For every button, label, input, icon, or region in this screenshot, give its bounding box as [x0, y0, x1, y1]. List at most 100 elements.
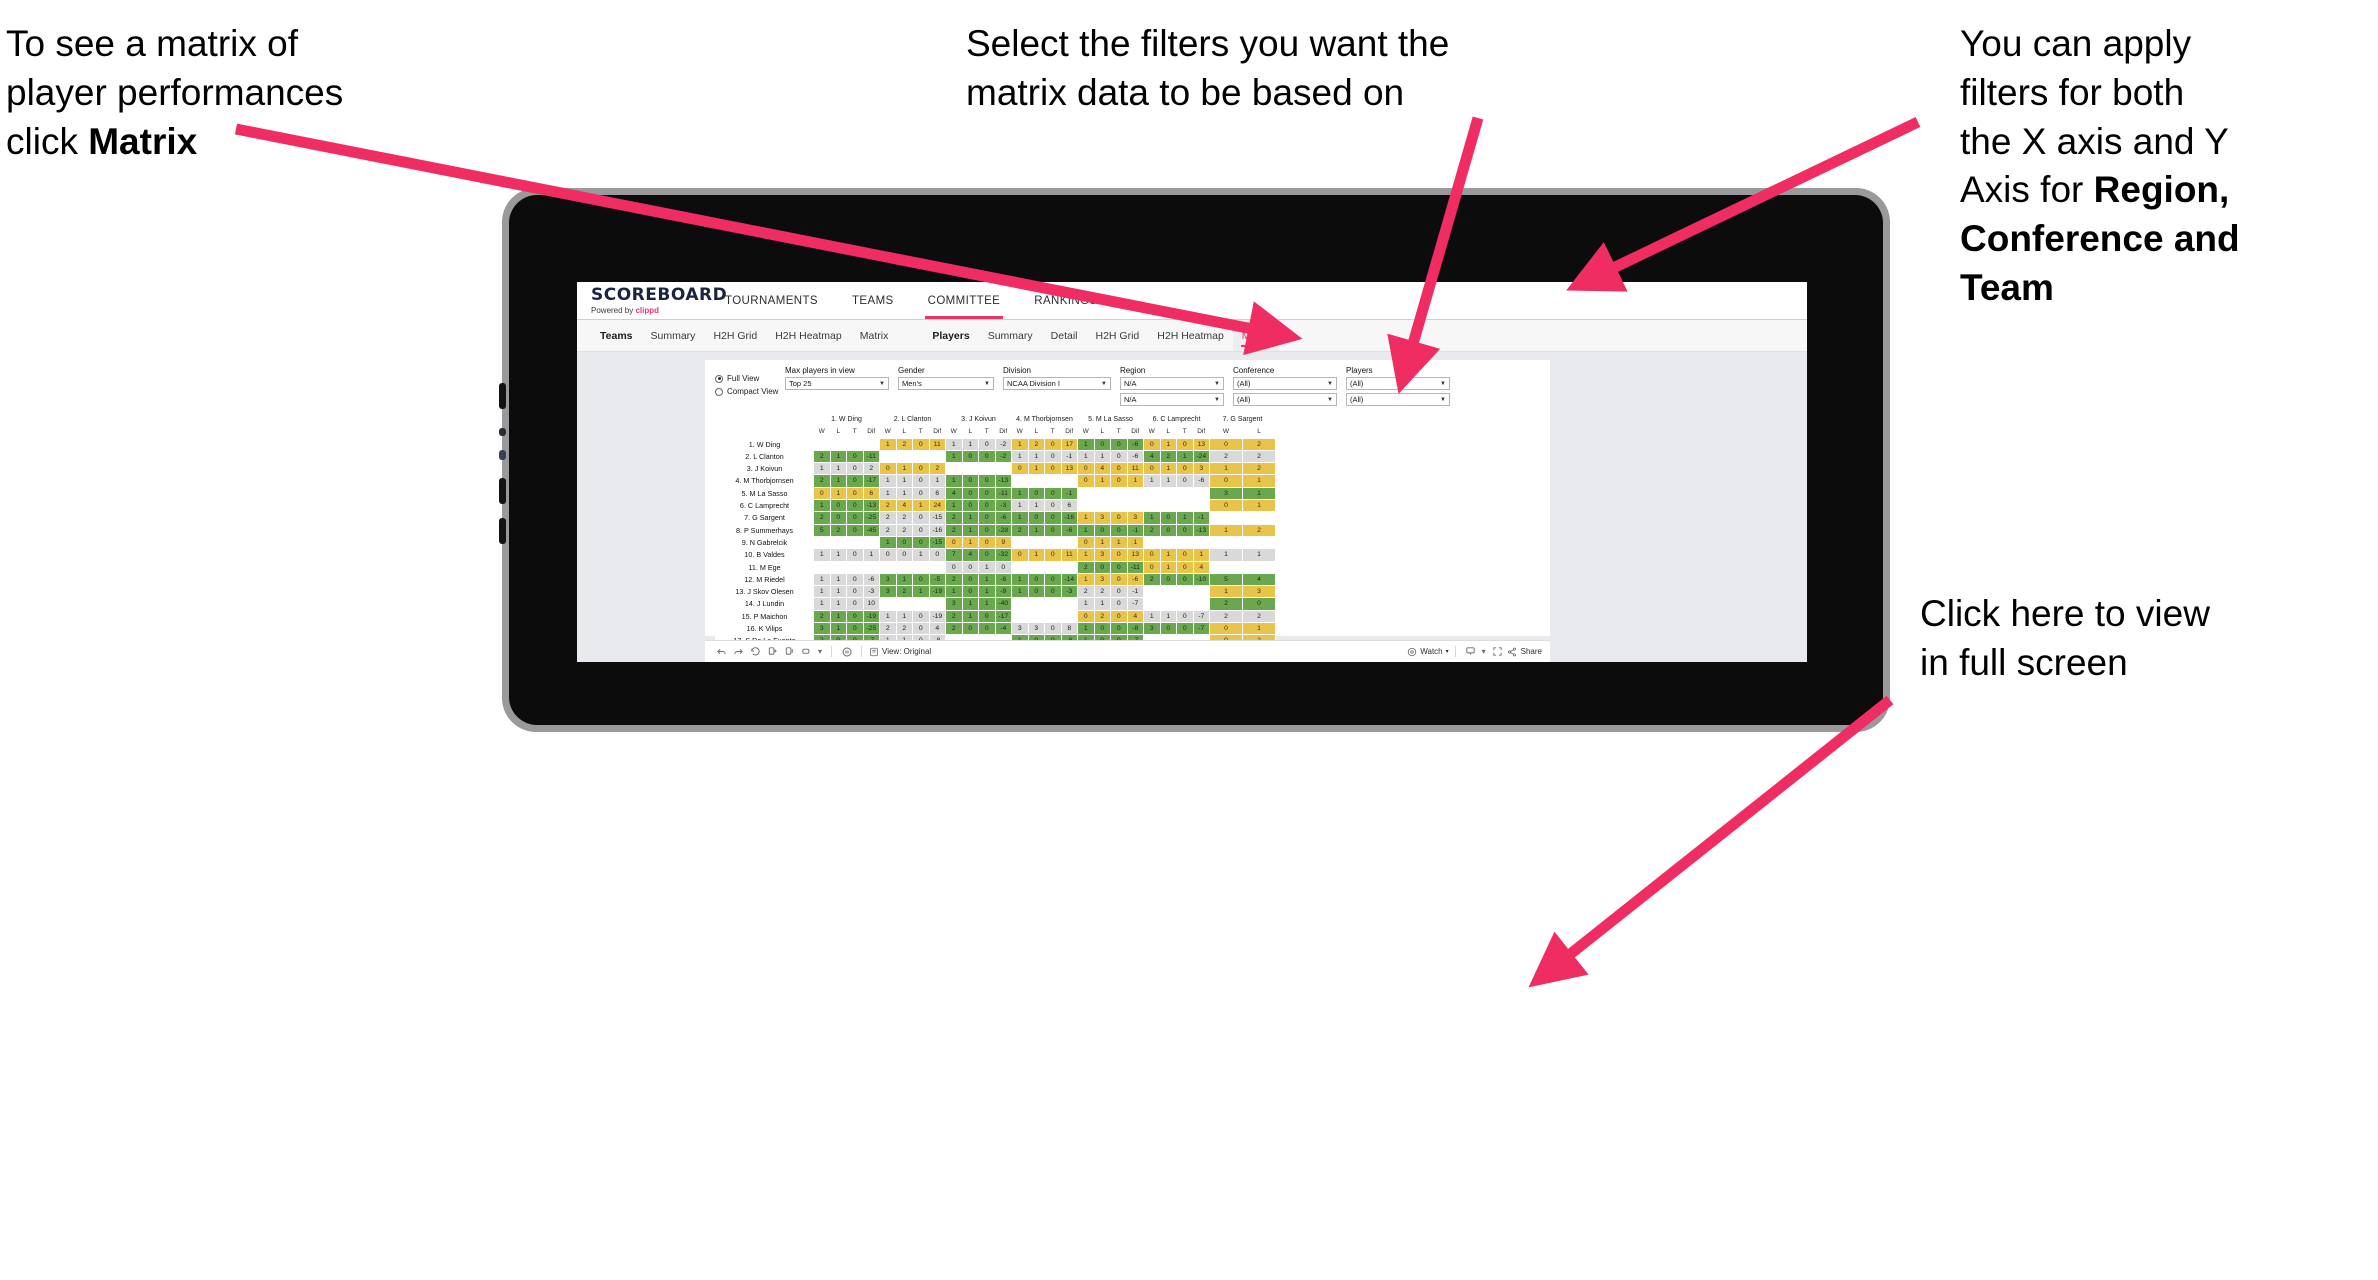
matrix-cell[interactable]: 1 [1159, 462, 1177, 476]
matrix-cell[interactable]: 1 [978, 597, 996, 611]
matrix-cell[interactable]: 1 [1077, 523, 1095, 537]
matrix-cell[interactable]: 1 [961, 597, 979, 611]
matrix-cell[interactable]: 1 [1110, 535, 1128, 550]
matrix-row-label[interactable]: 14. J Lundin [715, 597, 814, 611]
matrix-column-header[interactable]: 4. M Thorbjornsen [1011, 412, 1078, 427]
matrix-cell[interactable]: 13 [1126, 548, 1144, 562]
matrix-cell[interactable]: -6 [1126, 449, 1144, 464]
radio-full-view[interactable]: Full View [715, 374, 785, 383]
matrix-row[interactable]: 8. P Summerhays 5 2 0 -45 2 2 0 -16 2 1 0 -28 2 1 0 -6 1 0… [715, 523, 1276, 537]
matrix-cell[interactable]: -6 [1192, 474, 1210, 488]
matrix-cell[interactable]: 1 [1011, 511, 1029, 525]
filter-conference-x-select[interactable]: (All) ▼ [1233, 377, 1337, 390]
matrix-cell[interactable]: 1 [1209, 523, 1243, 537]
matrix-cell[interactable]: 2 [879, 523, 897, 537]
matrix-cell[interactable]: 2 [895, 523, 913, 537]
matrix-cell[interactable]: 0 [1110, 572, 1128, 587]
matrix-cell[interactable]: 2 [813, 449, 831, 464]
matrix-cell[interactable]: 2 [1209, 609, 1243, 624]
matrix-cell[interactable]: 1 [1176, 449, 1194, 464]
matrix-cell[interactable]: 1 [961, 437, 979, 451]
matrix-cell[interactable]: 1 [1027, 499, 1045, 513]
matrix-cell[interactable]: 1 [1011, 585, 1029, 599]
matrix-row[interactable]: 12. M Riedel 1 1 0 -6 3 1 0 -5 2 0 1 -6 1 0 0 -14 1 3 0 -6 2 0… [715, 572, 1276, 587]
matrix-cell[interactable]: -19 [928, 609, 946, 624]
matrix-cell[interactable]: 2 [928, 462, 946, 476]
matrix-cell[interactable]: 0 [1077, 609, 1095, 624]
matrix-cell[interactable]: 1 [961, 523, 979, 537]
nav-item-committee[interactable]: COMMITTEE [911, 282, 1018, 319]
matrix-cell[interactable]: 6 [862, 486, 880, 501]
tab-teams-h2h-heatmap[interactable]: H2H Heatmap [766, 320, 851, 351]
resume-auto-update-icon[interactable] [781, 644, 798, 660]
matrix-cell[interactable]: 1 [928, 474, 946, 488]
matrix-cell[interactable]: 0 [1209, 499, 1243, 513]
matrix-row-label[interactable]: 11. M Ege [715, 560, 814, 574]
matrix-row-label[interactable]: 8. P Summerhays [715, 523, 814, 537]
matrix-cell[interactable]: 1 [1093, 597, 1111, 611]
matrix-cell[interactable]: 10 [862, 597, 880, 611]
matrix-cell[interactable]: 1 [1011, 486, 1029, 501]
matrix-cell[interactable]: 0 [846, 622, 864, 636]
matrix-cell[interactable]: 0 [912, 572, 930, 587]
matrix-cell[interactable]: -3 [1060, 585, 1078, 599]
matrix-cell[interactable]: 2 [879, 511, 897, 525]
matrix-cell[interactable]: 2 [945, 523, 963, 537]
matrix-cell[interactable]: -14 [1060, 572, 1078, 587]
matrix-cell[interactable]: 1 [912, 499, 930, 513]
matrix-cell[interactable]: 0 [895, 548, 913, 562]
matrix-cell[interactable]: 4 [961, 548, 979, 562]
matrix-cell[interactable]: 1 [829, 462, 847, 476]
matrix-cell[interactable]: 1 [813, 597, 831, 611]
matrix-cell[interactable]: 0 [1044, 499, 1062, 513]
matrix-row[interactable]: 5. M La Sasso 0 1 0 6 1 1 0 6 4 0 0 -11 1 0 0 -1 3 1 [715, 486, 1276, 501]
brand-logo[interactable]: SCOREBOARD Powered by clippd [591, 286, 727, 315]
matrix-cell[interactable]: 4 [1143, 449, 1161, 464]
matrix-cell[interactable]: 0 [928, 548, 946, 562]
matrix-cell[interactable]: 1 [1126, 535, 1144, 550]
matrix-cell[interactable]: 1 [1093, 449, 1111, 464]
matrix-cell[interactable]: 0 [1143, 462, 1161, 476]
matrix-cell[interactable]: 3 [1242, 585, 1276, 599]
matrix-cell[interactable]: 0 [846, 474, 864, 488]
matrix-cell[interactable]: 4 [945, 486, 963, 501]
matrix-cell[interactable]: -2 [994, 437, 1012, 451]
matrix-cell[interactable]: 0 [1143, 560, 1161, 574]
device-preview-icon[interactable] [1462, 644, 1479, 660]
matrix-cell[interactable]: -2 [994, 449, 1012, 464]
matrix-cell[interactable]: 13 [1060, 462, 1078, 476]
matrix-cell[interactable]: 0 [978, 486, 996, 501]
matrix-cell[interactable]: 1 [1159, 437, 1177, 451]
matrix-cell[interactable]: 0 [1209, 622, 1243, 636]
matrix-row-label[interactable]: 6. C Lamprecht [715, 499, 814, 513]
matrix-cell[interactable]: 1 [1209, 585, 1243, 599]
matrix-cell[interactable]: 8 [1060, 622, 1078, 636]
matrix-cell[interactable]: 0 [846, 486, 864, 501]
matrix-cell[interactable]: -19 [862, 609, 880, 624]
matrix-cell[interactable]: 0 [813, 486, 831, 501]
matrix-cell[interactable]: 1 [829, 486, 847, 501]
matrix-cell[interactable]: -7 [1192, 622, 1210, 636]
matrix-row[interactable]: 15. P Maichon 2 1 0 -19 1 1 0 -19 2 1 0 -17 0 2 0 4 1 1 0 -7… [715, 609, 1276, 624]
matrix-column-header[interactable]: 2. L Clanton [879, 412, 946, 427]
matrix-cell[interactable]: 9 [994, 535, 1012, 550]
matrix-cell[interactable]: 24 [928, 499, 946, 513]
matrix-cell[interactable]: 1 [978, 560, 996, 574]
matrix-cell[interactable]: 0 [1044, 572, 1062, 587]
matrix-cell[interactable]: 0 [912, 622, 930, 636]
matrix-cell[interactable]: -6 [1060, 523, 1078, 537]
matrix-cell[interactable]: 3 [813, 622, 831, 636]
matrix-cell[interactable]: 1 [813, 585, 831, 599]
matrix-cell[interactable]: 0 [978, 523, 996, 537]
matrix-cell[interactable]: -6 [862, 572, 880, 587]
matrix-cell[interactable]: 0 [961, 572, 979, 587]
filter-players-y-select[interactable]: (All) ▼ [1346, 393, 1450, 406]
matrix-row[interactable]: 11. M Ege 0 0 1 0 2 0 0 -11 0 1 0 4 [715, 560, 1276, 574]
matrix-cell[interactable]: 1 [1011, 449, 1029, 464]
matrix-cell[interactable]: 2 [895, 437, 913, 451]
matrix-row-label[interactable]: 10. B Valdes [715, 548, 814, 562]
matrix-cell[interactable]: 1 [813, 548, 831, 562]
matrix-row[interactable]: 13. J Skov Olesen 1 1 0 -3 3 2 1 -19 1 0 1 -9 1 0 0 -3 2 2… [715, 585, 1276, 599]
matrix-cell[interactable]: 0 [912, 609, 930, 624]
matrix-cell[interactable]: 5 [813, 523, 831, 537]
